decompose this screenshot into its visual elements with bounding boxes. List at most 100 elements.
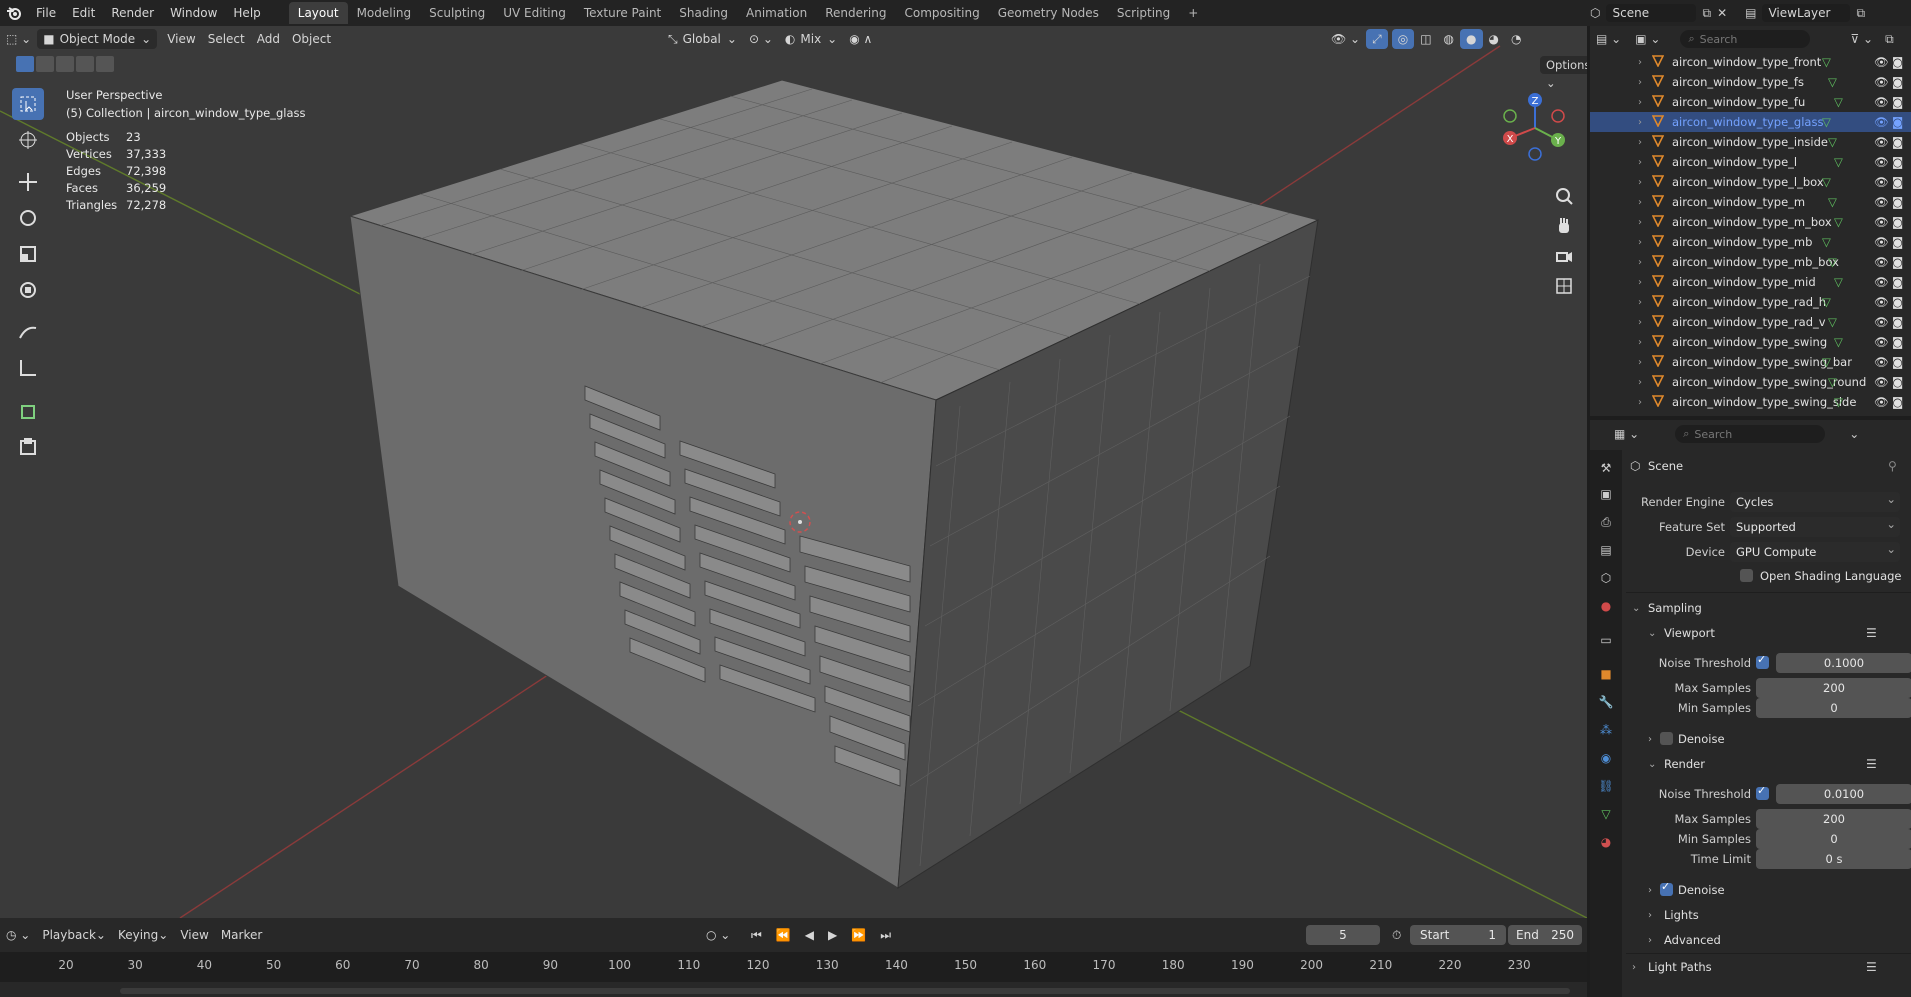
eye-icon[interactable]: 👁 xyxy=(1874,175,1889,189)
filter-icon[interactable]: ⊽ ⌄ xyxy=(1850,32,1873,46)
camera-view-icon[interactable] xyxy=(1550,242,1578,270)
menu-keying[interactable]: Keying ⌄ xyxy=(112,925,174,945)
measure-tool-icon[interactable] xyxy=(12,352,44,384)
vp-denoise-subpanel[interactable]: › Denoise xyxy=(1626,729,1911,749)
outliner-item[interactable]: › aircon_window_type_swing_round ▽ 👁 ◙ xyxy=(1590,372,1911,392)
view-layer-icon[interactable]: ▤ xyxy=(1745,6,1756,20)
eye-icon[interactable]: 👁 xyxy=(1874,75,1889,89)
jump-keyframe-back-icon[interactable]: ⏪ xyxy=(770,925,797,945)
mesh-data-icon[interactable]: ▽ xyxy=(1834,155,1843,169)
eye-icon[interactable]: 👁 xyxy=(1874,355,1889,369)
3d-viewport[interactable]: ⬚ ⌄ ■ Object Mode ⌄ View Select Add Object… xyxy=(0,26,1587,918)
new-scene-icon[interactable]: ⧉ xyxy=(1702,6,1711,21)
proportional-edit-icon[interactable]: ◉ ∧ xyxy=(843,29,878,49)
chevron-right-icon[interactable]: › xyxy=(1638,357,1642,368)
timeline-editor[interactable]: ◷ ⌄ Playback ⌄ Keying ⌄ View Marker ○ ⌄ … xyxy=(0,918,1587,997)
output-tab-icon[interactable]: ⎙ xyxy=(1596,512,1616,532)
modifier-tab-icon[interactable]: 🔧 xyxy=(1596,692,1616,712)
chevron-right-icon[interactable]: › xyxy=(1638,57,1642,68)
ortho-toggle-icon[interactable] xyxy=(1550,272,1578,300)
r-noise-field[interactable]: 0.0100 xyxy=(1776,784,1911,804)
mesh-data-icon[interactable]: ▽ xyxy=(1834,335,1843,349)
mesh-data-icon[interactable]: ▽ xyxy=(1828,255,1837,269)
device-dropdown[interactable]: GPU Compute xyxy=(1730,539,1900,562)
object-tab-icon[interactable]: ■ xyxy=(1596,664,1616,684)
eye-icon[interactable]: 👁 xyxy=(1874,135,1889,149)
tab-texture-paint[interactable]: Texture Paint xyxy=(575,2,670,24)
outliner-item[interactable]: › aircon_window_type_rad_v ▽ 👁 ◙ xyxy=(1590,312,1911,332)
scale-tool-icon[interactable] xyxy=(12,238,44,270)
collection-tab-icon[interactable]: ▭ xyxy=(1596,630,1616,650)
constraints-tab-icon[interactable]: ⛓ xyxy=(1596,776,1616,796)
sampling-panel-header[interactable]: ⌄ Sampling xyxy=(1626,598,1911,618)
visibility-icon[interactable]: 👁 ⌄ xyxy=(1325,29,1366,49)
chevron-right-icon[interactable]: › xyxy=(1638,177,1642,188)
scene-name[interactable]: Scene xyxy=(1606,4,1697,22)
outliner-item[interactable]: › aircon_window_type_l ▽ 👁 ◙ xyxy=(1590,152,1911,172)
r-denoise-subpanel[interactable]: › Denoise xyxy=(1626,880,1911,900)
vp-noise-checkbox[interactable] xyxy=(1756,653,1769,669)
chevron-right-icon[interactable]: › xyxy=(1638,137,1642,148)
jump-end-icon[interactable]: ⏭ xyxy=(874,925,897,945)
outliner-item[interactable]: › aircon_window_type_front ▽ 👁 ◙ xyxy=(1590,52,1911,72)
eye-icon[interactable]: 👁 xyxy=(1874,115,1889,129)
chevron-right-icon[interactable]: › xyxy=(1638,197,1642,208)
lights-subpanel[interactable]: › Lights xyxy=(1626,905,1911,925)
vp-noise-field[interactable]: 0.1000 xyxy=(1776,653,1911,673)
chevron-right-icon[interactable]: › xyxy=(1638,257,1642,268)
camera-icon[interactable]: ◙ xyxy=(1892,175,1903,189)
camera-icon[interactable]: ◙ xyxy=(1892,235,1903,249)
menu-select[interactable]: Select xyxy=(202,29,251,49)
transform-tool-icon[interactable] xyxy=(12,274,44,306)
tab-rendering[interactable]: Rendering xyxy=(816,2,895,24)
jump-start-icon[interactable]: ⏮ xyxy=(745,925,768,945)
menu-add[interactable]: Add xyxy=(251,29,286,49)
render-tab-icon[interactable]: ▣ xyxy=(1596,484,1616,504)
rotate-tool-icon[interactable] xyxy=(12,202,44,234)
play-reverse-icon[interactable]: ◀ xyxy=(799,925,820,945)
auto-keying-icon[interactable]: ○ ⌄ xyxy=(700,925,736,945)
data-tab-icon[interactable]: ▽ xyxy=(1596,804,1616,824)
menu-window[interactable]: Window xyxy=(162,6,225,20)
mesh-data-icon[interactable]: ▽ xyxy=(1822,55,1831,69)
camera-icon[interactable]: ◙ xyxy=(1892,195,1903,209)
camera-icon[interactable]: ◙ xyxy=(1892,275,1903,289)
tab-scripting[interactable]: Scripting xyxy=(1108,2,1179,24)
timeline-editor-type-icon[interactable]: ◷ ⌄ xyxy=(0,925,36,945)
chevron-right-icon[interactable]: › xyxy=(1638,377,1642,388)
pivot-icon[interactable]: ⊙ ⌄ xyxy=(743,29,779,49)
tab-shading[interactable]: Shading xyxy=(670,2,737,24)
outliner-item[interactable]: › aircon_window_type_inside ▽ 👁 ◙ xyxy=(1590,132,1911,152)
camera-icon[interactable]: ◙ xyxy=(1892,95,1903,109)
camera-icon[interactable]: ◙ xyxy=(1892,75,1903,89)
r-denoise-checkbox[interactable] xyxy=(1660,880,1673,896)
chevron-right-icon[interactable]: › xyxy=(1638,297,1642,308)
end-frame-field[interactable]: End 250 xyxy=(1508,925,1582,945)
zoom-icon[interactable] xyxy=(1550,182,1578,210)
r-min-field[interactable]: 0 xyxy=(1756,829,1911,849)
camera-icon[interactable]: ◙ xyxy=(1892,355,1903,369)
eye-icon[interactable]: 👁 xyxy=(1874,255,1889,269)
outliner-item[interactable]: › aircon_window_type_rad_h ▽ 👁 ◙ xyxy=(1590,292,1911,312)
select-box-tool-icon[interactable] xyxy=(12,88,44,120)
chevron-right-icon[interactable]: › xyxy=(1638,117,1642,128)
chevron-right-icon[interactable]: › xyxy=(1638,277,1642,288)
options-dropdown[interactable]: Options ⌄ xyxy=(1540,56,1587,90)
osl-checkbox[interactable] xyxy=(1740,569,1753,582)
menu-file[interactable]: File xyxy=(28,6,64,20)
chevron-right-icon[interactable]: › xyxy=(1638,237,1642,248)
menu-view[interactable]: View xyxy=(161,29,201,49)
camera-icon[interactable]: ◙ xyxy=(1892,315,1903,329)
move-tool-icon[interactable] xyxy=(12,166,44,198)
eye-icon[interactable]: 👁 xyxy=(1874,335,1889,349)
vp-max-field[interactable]: 200 xyxy=(1756,678,1911,698)
render-subpanel-header[interactable]: ⌄ Render ☰ xyxy=(1626,754,1911,774)
outliner-item[interactable]: › aircon_window_type_m ▽ 👁 ◙ xyxy=(1590,192,1911,212)
tab-geometry-nodes[interactable]: Geometry Nodes xyxy=(989,2,1108,24)
vp-denoise-checkbox[interactable] xyxy=(1660,732,1673,745)
outliner-item[interactable]: › aircon_window_type_swing_bar ▽ 👁 ◙ xyxy=(1590,352,1911,372)
eye-icon[interactable]: 👁 xyxy=(1874,215,1889,229)
mesh-data-icon[interactable]: ▽ xyxy=(1822,235,1831,249)
view-layer-name[interactable]: ViewLayer xyxy=(1762,4,1851,22)
display-mode-icon[interactable]: ▣ ⌄ xyxy=(1635,32,1660,46)
